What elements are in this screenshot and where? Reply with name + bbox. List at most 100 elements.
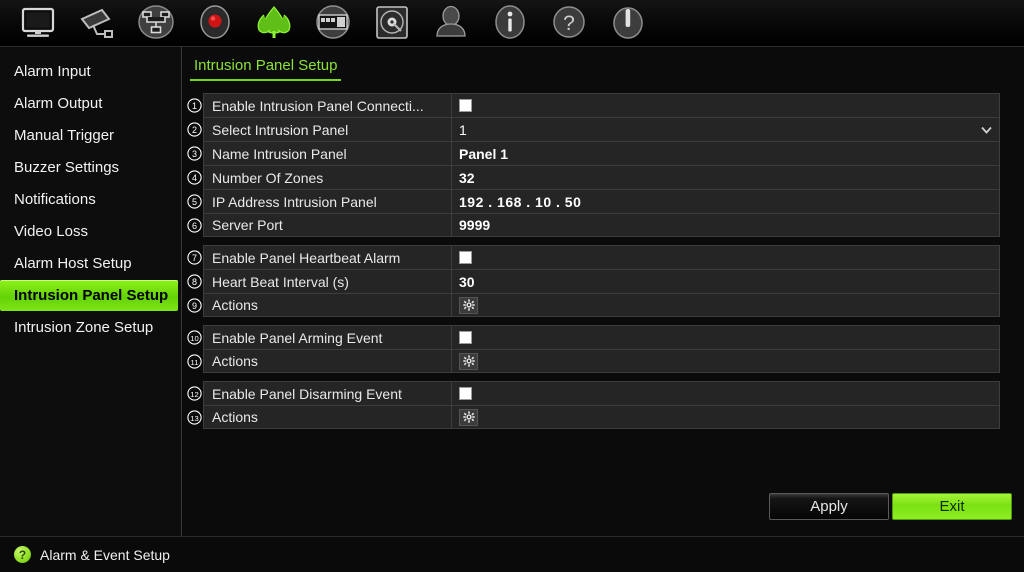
row-enable-panel-arming-event[interactable]: 10 Enable Panel Arming Event bbox=[186, 325, 1000, 349]
row-actions-heartbeat[interactable]: 9 Actions bbox=[186, 293, 1000, 317]
svg-text:?: ? bbox=[563, 12, 575, 35]
display-icon[interactable] bbox=[303, 1, 362, 46]
sidebar-item-intrusion-zone-setup[interactable]: Intrusion Zone Setup bbox=[0, 312, 181, 343]
input-server-port[interactable]: 9999 bbox=[452, 214, 999, 236]
row-heart-beat-interval[interactable]: 8 Heart Beat Interval (s) 30 bbox=[186, 269, 1000, 293]
row-number-badge: 4 bbox=[186, 167, 202, 188]
row-label: Select Intrusion Panel bbox=[204, 118, 452, 141]
row-label: Name Intrusion Panel bbox=[204, 142, 452, 165]
row-actions-arming[interactable]: 11 Actions bbox=[186, 349, 1000, 373]
svg-text:7: 7 bbox=[191, 253, 196, 263]
tab-intrusion-panel-setup[interactable]: Intrusion Panel Setup bbox=[190, 57, 342, 81]
gear-icon-actions-arming[interactable] bbox=[459, 352, 478, 370]
info-icon[interactable] bbox=[480, 1, 539, 46]
input-name-intrusion-panel[interactable]: Panel 1 bbox=[452, 142, 999, 165]
user-icon[interactable] bbox=[421, 1, 480, 46]
help-icon[interactable]: ? bbox=[539, 1, 598, 46]
dropdown-selected-value: 1 bbox=[459, 121, 467, 138]
row-label: Heart Beat Interval (s) bbox=[204, 270, 452, 293]
row-name-intrusion-panel[interactable]: 3 Name Intrusion Panel Panel 1 bbox=[186, 141, 1000, 165]
row-number-badge: 12 bbox=[186, 383, 202, 404]
row-value bbox=[452, 94, 999, 117]
row-ip-address-intrusion-panel[interactable]: 5 IP Address Intrusion Panel 192 . 168 .… bbox=[186, 189, 1000, 213]
svg-text:13: 13 bbox=[190, 414, 198, 423]
row-select-intrusion-panel[interactable]: 2 Select Intrusion Panel 1 bbox=[186, 117, 1000, 141]
row-label: Enable Panel Heartbeat Alarm bbox=[204, 246, 452, 269]
row-server-port[interactable]: 6 Server Port 9999 bbox=[186, 213, 1000, 237]
row-label: Enable Intrusion Panel Connecti... bbox=[204, 94, 452, 117]
power-icon[interactable] bbox=[598, 1, 657, 46]
input-ip-address-intrusion-panel[interactable]: 192 . 168 . 10 . 50 bbox=[452, 190, 999, 213]
network-icon[interactable] bbox=[126, 1, 185, 46]
row-enable-panel-disarming-event[interactable]: 12 Enable Panel Disarming Event bbox=[186, 381, 1000, 405]
checkbox-enable-panel-disarming-event[interactable] bbox=[459, 387, 472, 400]
content-area: Alarm Input Alarm Output Manual Trigger … bbox=[0, 47, 1024, 536]
row-value bbox=[452, 382, 999, 405]
row-number-of-zones[interactable]: 4 Number Of Zones 32 bbox=[186, 165, 1000, 189]
row-number-badge: 1 bbox=[186, 95, 202, 116]
sidebar-menu: Alarm Input Alarm Output Manual Trigger … bbox=[0, 47, 182, 536]
gear-icon-actions-heartbeat[interactable] bbox=[459, 296, 478, 314]
svg-text:5: 5 bbox=[191, 197, 196, 207]
sidebar-item-manual-trigger[interactable]: Manual Trigger bbox=[0, 120, 181, 151]
row-label: Number Of Zones bbox=[204, 166, 452, 189]
sidebar-item-alarm-host-setup[interactable]: Alarm Host Setup bbox=[0, 248, 181, 279]
gear-icon-actions-disarming[interactable] bbox=[459, 408, 478, 426]
row-number-badge: 9 bbox=[186, 295, 202, 316]
input-number-of-zones[interactable]: 32 bbox=[452, 166, 999, 189]
monitor-icon[interactable] bbox=[8, 1, 67, 46]
form-group-connection: 1 Enable Intrusion Panel Connecti... 2 S… bbox=[185, 93, 1024, 237]
alarm-leaf-icon[interactable] bbox=[244, 1, 303, 46]
row-number-badge: 11 bbox=[186, 351, 202, 372]
svg-text:8: 8 bbox=[191, 277, 196, 287]
sidebar-item-buzzer-settings[interactable]: Buzzer Settings bbox=[0, 152, 181, 183]
help-circle-icon[interactable]: ? bbox=[14, 546, 31, 563]
main-toolbar: ? bbox=[0, 0, 1024, 47]
row-actions-disarming[interactable]: 13 Actions bbox=[186, 405, 1000, 429]
row-value bbox=[452, 294, 999, 316]
camera-icon[interactable] bbox=[67, 1, 126, 46]
row-number-badge: 6 bbox=[186, 215, 202, 236]
row-label: Actions bbox=[204, 406, 452, 428]
row-label: Server Port bbox=[204, 214, 452, 236]
form-group-disarming: 12 Enable Panel Disarming Event 13 Actio… bbox=[185, 381, 1024, 429]
row-number-badge: 8 bbox=[186, 271, 202, 292]
settings-form: 1 Enable Intrusion Panel Connecti... 2 S… bbox=[182, 81, 1024, 429]
row-number-badge: 5 bbox=[186, 191, 202, 212]
svg-text:3: 3 bbox=[191, 149, 196, 159]
row-value bbox=[452, 326, 999, 349]
row-value bbox=[452, 406, 999, 428]
svg-text:12: 12 bbox=[190, 390, 198, 399]
svg-text:9: 9 bbox=[191, 301, 196, 311]
sidebar-item-intrusion-panel-setup[interactable]: Intrusion Panel Setup bbox=[0, 280, 178, 311]
apply-button[interactable]: Apply bbox=[769, 493, 889, 520]
row-number-badge: 13 bbox=[186, 407, 202, 428]
row-number-badge: 7 bbox=[186, 247, 202, 268]
input-heart-beat-interval[interactable]: 30 bbox=[452, 270, 999, 293]
exit-button[interactable]: Exit bbox=[892, 493, 1012, 520]
sidebar-item-alarm-output[interactable]: Alarm Output bbox=[0, 88, 181, 119]
checkbox-enable-panel-heartbeat-alarm[interactable] bbox=[459, 251, 472, 264]
hard-disk-icon[interactable] bbox=[362, 1, 421, 46]
sidebar-item-notifications[interactable]: Notifications bbox=[0, 184, 181, 215]
checkbox-enable-intrusion-panel-connection[interactable] bbox=[459, 99, 472, 112]
row-label: Actions bbox=[204, 294, 452, 316]
record-icon[interactable] bbox=[185, 1, 244, 46]
svg-text:6: 6 bbox=[191, 221, 196, 231]
row-enable-panel-heartbeat-alarm[interactable]: 7 Enable Panel Heartbeat Alarm bbox=[186, 245, 1000, 269]
checkbox-enable-panel-arming-event[interactable] bbox=[459, 331, 472, 344]
form-group-arming: 10 Enable Panel Arming Event 11 Actions bbox=[185, 325, 1024, 373]
row-label: IP Address Intrusion Panel bbox=[204, 190, 452, 213]
nvr-setup-window: ? Alarm Input Alarm Output Manual Trigge… bbox=[0, 0, 1024, 572]
help-glyph: ? bbox=[18, 547, 27, 562]
row-number-badge: 2 bbox=[186, 119, 202, 140]
row-enable-intrusion-panel-connection[interactable]: 1 Enable Intrusion Panel Connecti... bbox=[186, 93, 1000, 117]
row-value bbox=[452, 246, 999, 269]
dropdown-select-intrusion-panel[interactable]: 1 bbox=[452, 118, 999, 141]
row-number-badge: 3 bbox=[186, 143, 202, 164]
sidebar-item-video-loss[interactable]: Video Loss bbox=[0, 216, 181, 247]
status-bar-label: Alarm & Event Setup bbox=[40, 546, 170, 563]
svg-text:1: 1 bbox=[191, 101, 196, 111]
chevron-down-icon bbox=[981, 126, 992, 134]
sidebar-item-alarm-input[interactable]: Alarm Input bbox=[0, 56, 181, 87]
